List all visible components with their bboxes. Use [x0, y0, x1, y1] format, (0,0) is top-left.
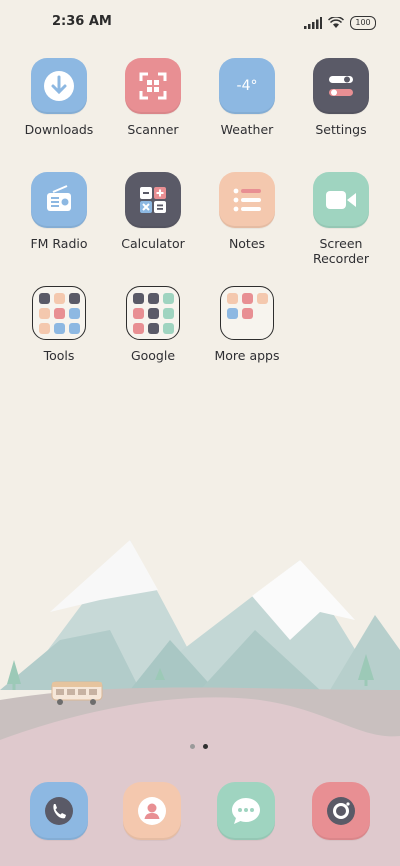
app-downloads[interactable]: Downloads — [13, 58, 105, 137]
app-label: FM Radio — [30, 236, 88, 251]
page-dot[interactable] — [190, 744, 195, 749]
folder-label: Tools — [43, 348, 75, 363]
notes-icon — [219, 172, 275, 228]
battery-indicator: 100 — [350, 16, 376, 30]
screen-recorder-icon — [313, 172, 369, 228]
dock-messages[interactable] — [217, 782, 275, 840]
folder-icon — [32, 286, 86, 340]
folder-google[interactable]: Google — [107, 286, 199, 363]
folder-more-apps[interactable]: More apps — [201, 286, 293, 363]
dock-contacts[interactable] — [123, 782, 181, 840]
app-screen-recorder[interactable]: Screen Recorder — [295, 172, 387, 266]
folder-icon — [126, 286, 180, 340]
app-settings[interactable]: Settings — [295, 58, 387, 137]
camera-icon — [327, 797, 355, 825]
app-scanner[interactable]: Scanner — [107, 58, 199, 137]
app-label: Notes — [228, 236, 266, 251]
contacts-icon — [138, 797, 166, 825]
weather-temperature: -4° — [236, 78, 258, 94]
settings-icon — [313, 58, 369, 114]
app-calculator[interactable]: Calculator — [107, 172, 199, 251]
folder-label: Google — [130, 348, 176, 363]
app-label: Weather — [220, 122, 274, 137]
app-label: Calculator — [121, 236, 185, 251]
dock-phone[interactable] — [30, 782, 88, 840]
app-weather[interactable]: -4° Weather — [201, 58, 293, 137]
dock-camera[interactable] — [312, 782, 370, 840]
folder-tools[interactable]: Tools — [13, 286, 105, 363]
page-dot-active[interactable] — [203, 744, 208, 749]
app-label: Scanner — [127, 122, 179, 137]
folder-label: More apps — [214, 348, 280, 363]
scanner-icon — [125, 58, 181, 114]
calculator-icon — [125, 172, 181, 228]
radio-icon — [31, 172, 87, 228]
app-fm-radio[interactable]: FM Radio — [13, 172, 105, 251]
status-bar: 2:36 AM 100 — [0, 0, 400, 44]
status-time: 2:36 AM — [52, 14, 112, 29]
weather-icon: -4° — [219, 58, 275, 114]
wifi-icon — [328, 17, 344, 28]
phone-icon — [45, 797, 73, 825]
app-label: Screen Recorder — [312, 236, 370, 266]
messages-icon — [232, 798, 260, 824]
signal-icon — [304, 17, 322, 29]
app-label: Settings — [315, 122, 367, 137]
app-label: Downloads — [24, 122, 94, 137]
folder-icon — [220, 286, 274, 340]
status-icons: 100 — [304, 14, 376, 32]
downloads-icon — [31, 58, 87, 114]
page-indicator — [190, 744, 208, 749]
app-notes[interactable]: Notes — [201, 172, 293, 251]
